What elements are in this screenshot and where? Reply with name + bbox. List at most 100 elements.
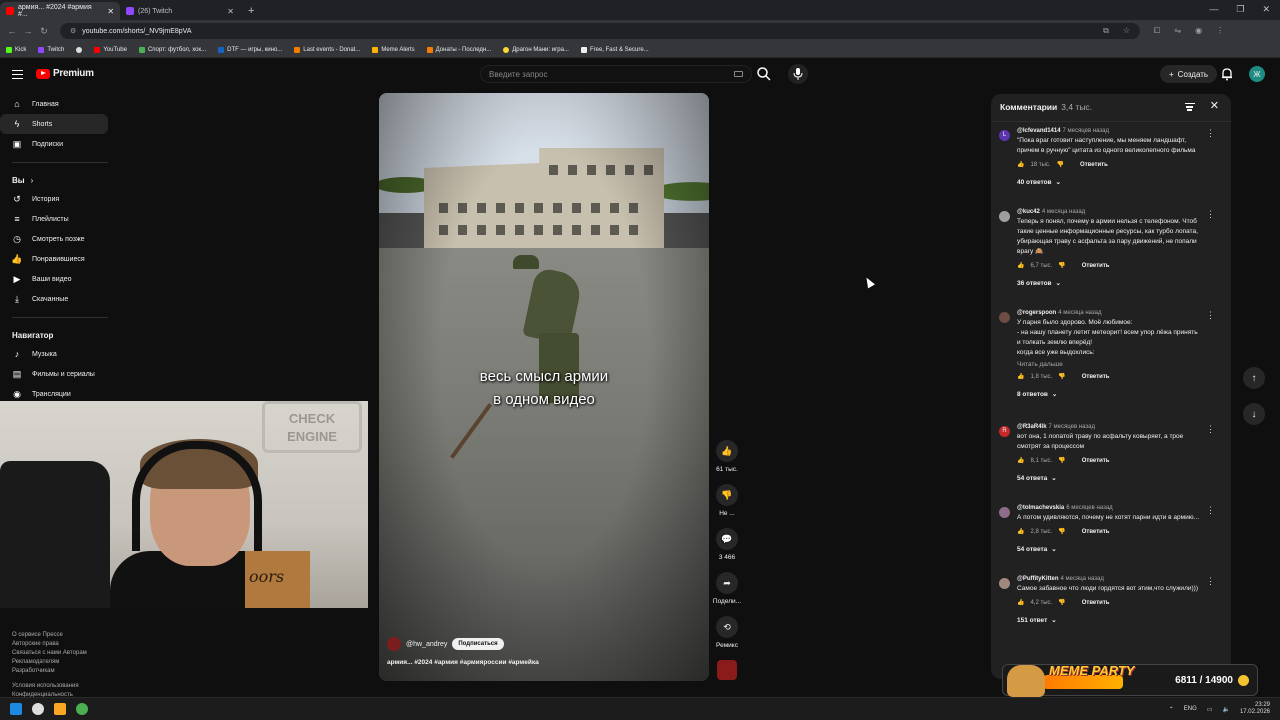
reply-button[interactable]: Ответить	[1082, 600, 1110, 606]
footer-link[interactable]: Рекламодателям	[12, 658, 122, 667]
url-field[interactable]: ⚙ youtube.com/shorts/_NV9jmE8pVA ⧉ ☆	[60, 23, 1140, 39]
comment-avatar[interactable]	[999, 211, 1010, 222]
more-options-icon[interactable]: ⋮	[1206, 310, 1215, 321]
bookmark-item[interactable]: Драгон Мани: игра...	[503, 46, 569, 53]
shorts-video-player[interactable]: весь смысл армии в одном видео @hw_andre…	[379, 93, 709, 681]
bookmark-item[interactable]: Донаты - Последн...	[426, 46, 491, 53]
youtube-logo[interactable]: Premium	[36, 68, 94, 79]
keyboard-icon[interactable]	[734, 71, 743, 77]
replies-toggle[interactable]: 36 ответов ⌄	[1017, 279, 1217, 288]
forward-icon[interactable]: →	[20, 26, 36, 36]
close-tab-icon[interactable]: ✕	[227, 7, 234, 16]
maximize-icon[interactable]: ❐	[1236, 4, 1244, 15]
menu-icon[interactable]	[12, 70, 23, 79]
replies-toggle[interactable]: 40 ответов ⌄	[1017, 178, 1217, 187]
sidebar-item-history[interactable]: ↺ История	[0, 189, 108, 209]
network-icon[interactable]: ▭	[1207, 706, 1213, 713]
reply-button[interactable]: Ответить	[1082, 263, 1110, 269]
channel-name[interactable]: @hw_andrey	[406, 641, 447, 648]
sidebar-item-your-videos[interactable]: ▶ Ваши видео	[0, 269, 108, 289]
footer-link[interactable]: Связаться с нами Авторам	[12, 649, 122, 658]
reply-button[interactable]: Ответить	[1082, 529, 1110, 535]
dislike-icon[interactable]: 👎	[1058, 528, 1065, 535]
next-short-button[interactable]: ↓	[1243, 403, 1265, 425]
dislike-icon[interactable]: 👎	[1058, 457, 1065, 464]
bookmark-item[interactable]: Twitch	[38, 46, 64, 53]
profile-icon[interactable]: ◉	[1195, 26, 1202, 36]
like-icon[interactable]: 👍	[1017, 262, 1024, 269]
new-tab-button[interactable]: +	[240, 5, 262, 20]
comment-author[interactable]: @kuc42 4 месяца назад	[1017, 209, 1217, 215]
language-indicator[interactable]: ENG	[1184, 706, 1197, 712]
sidebar-item-subscriptions[interactable]: ▣ Подписки	[0, 134, 108, 154]
windows-start-icon[interactable]	[10, 703, 22, 715]
file-explorer-icon[interactable]	[54, 703, 66, 715]
video-title[interactable]: армия... #2024 #армия #армияроссии #арме…	[387, 659, 539, 666]
comment-author[interactable]: @rogerspoon 4 месяца назад	[1017, 310, 1217, 316]
tray-chevron-icon[interactable]: ⌃	[1169, 706, 1174, 713]
bookmark-star-icon[interactable]: ☆	[1123, 26, 1130, 36]
sidebar-item-shorts[interactable]: ϟ Shorts	[0, 114, 108, 134]
menu-dots-icon[interactable]: ⋮	[1216, 26, 1224, 36]
back-icon[interactable]: ←	[4, 26, 20, 36]
replies-toggle[interactable]: 54 ответа ⌄	[1017, 474, 1217, 483]
previous-short-button[interactable]: ↑	[1243, 367, 1265, 389]
sidebar-item-home[interactable]: ⌂ Главная	[0, 94, 108, 114]
comment-author[interactable]: @lcfevand1414 7 месяцев назад	[1017, 128, 1217, 134]
minimize-icon[interactable]: —	[1209, 4, 1218, 15]
reply-button[interactable]: Ответить	[1080, 162, 1108, 168]
bookmark-item[interactable]: Kick	[6, 46, 26, 53]
account-avatar[interactable]: Ж	[1249, 66, 1265, 82]
replies-toggle[interactable]: 151 ответ ⌄	[1017, 616, 1217, 625]
more-options-icon[interactable]: ⋮	[1206, 209, 1215, 220]
volume-icon[interactable]: 🔈	[1222, 706, 1229, 713]
remix-button[interactable]: ⟲ Ремикс	[708, 616, 746, 649]
like-icon[interactable]: 👍	[1017, 457, 1024, 464]
replies-toggle[interactable]: 8 ответов ⌄	[1017, 390, 1217, 399]
create-button[interactable]: + Создать	[1160, 65, 1218, 83]
dislike-icon[interactable]: 👎	[1058, 373, 1065, 380]
comment-avatar[interactable]	[999, 312, 1010, 323]
more-options-icon[interactable]: ⋮	[1206, 424, 1215, 435]
footer-link[interactable]: Условия использования	[12, 682, 122, 691]
like-icon[interactable]: 👍	[1017, 528, 1024, 535]
yandex-browser-icon[interactable]	[32, 703, 44, 715]
dislike-icon[interactable]: 👎	[1058, 262, 1065, 269]
reply-button[interactable]: Ответить	[1082, 374, 1110, 380]
dislike-icon[interactable]: 👎	[1057, 161, 1064, 168]
sidebar-item-movies[interactable]: ▤ Фильмы и сериалы	[0, 364, 108, 384]
voice-search-button[interactable]	[788, 64, 808, 84]
comment-author[interactable]: @tolmachevskia 6 месяцев назад	[1017, 505, 1217, 511]
search-icon[interactable]	[756, 66, 772, 82]
read-more-link[interactable]: Читать дальше	[1017, 361, 1217, 368]
sidebar-item-downloads[interactable]: ⤓ Скачанные	[0, 289, 108, 309]
bookmark-item[interactable]: YouTube	[94, 46, 127, 53]
clock[interactable]: 23:29 17.02.2026	[1240, 702, 1270, 716]
reload-icon[interactable]: ↻	[36, 26, 52, 37]
bookmark-item[interactable]	[76, 46, 83, 53]
like-icon[interactable]: 👍	[1017, 373, 1024, 380]
comment-author[interactable]: @R3aR4lk 7 месяцев назад	[1017, 424, 1217, 430]
dislike-icon[interactable]: 👎	[1058, 599, 1065, 606]
comment-avatar[interactable]	[999, 507, 1010, 518]
tab-youtube[interactable]: армия... #2024 #армия #... ✕	[0, 2, 120, 20]
sort-icon[interactable]	[1185, 103, 1195, 111]
notifications-bell-icon[interactable]	[1220, 67, 1234, 81]
bookmark-item[interactable]: Meme Alerts	[372, 46, 415, 53]
like-button[interactable]: 👍 61 тыс.	[708, 440, 746, 473]
like-icon[interactable]: 👍	[1017, 599, 1024, 606]
more-options-icon[interactable]: ⋮	[1206, 128, 1215, 139]
bookmark-item[interactable]: DTF — игры, кино...	[218, 46, 282, 53]
tab-search-icon[interactable]: ⇋	[1174, 26, 1181, 36]
comment-avatar[interactable]: L	[999, 130, 1010, 141]
sidebar-item-playlists[interactable]: ≡ Плейлисты	[0, 209, 108, 229]
footer-link[interactable]: Разработчикам	[12, 667, 122, 676]
share-button[interactable]: ➦ Подели...	[708, 572, 746, 605]
subscribe-button[interactable]: Подписаться	[452, 638, 504, 650]
bookmark-item[interactable]: Last events - Donat...	[294, 46, 360, 53]
sidebar-you-heading[interactable]: Вы ›	[0, 171, 120, 189]
channel-avatar[interactable]	[387, 637, 401, 651]
more-options-icon[interactable]: ⋮	[1206, 505, 1215, 516]
footer-link[interactable]: О сервисе Прессе	[12, 631, 122, 640]
close-icon[interactable]: ✕	[1210, 99, 1219, 112]
